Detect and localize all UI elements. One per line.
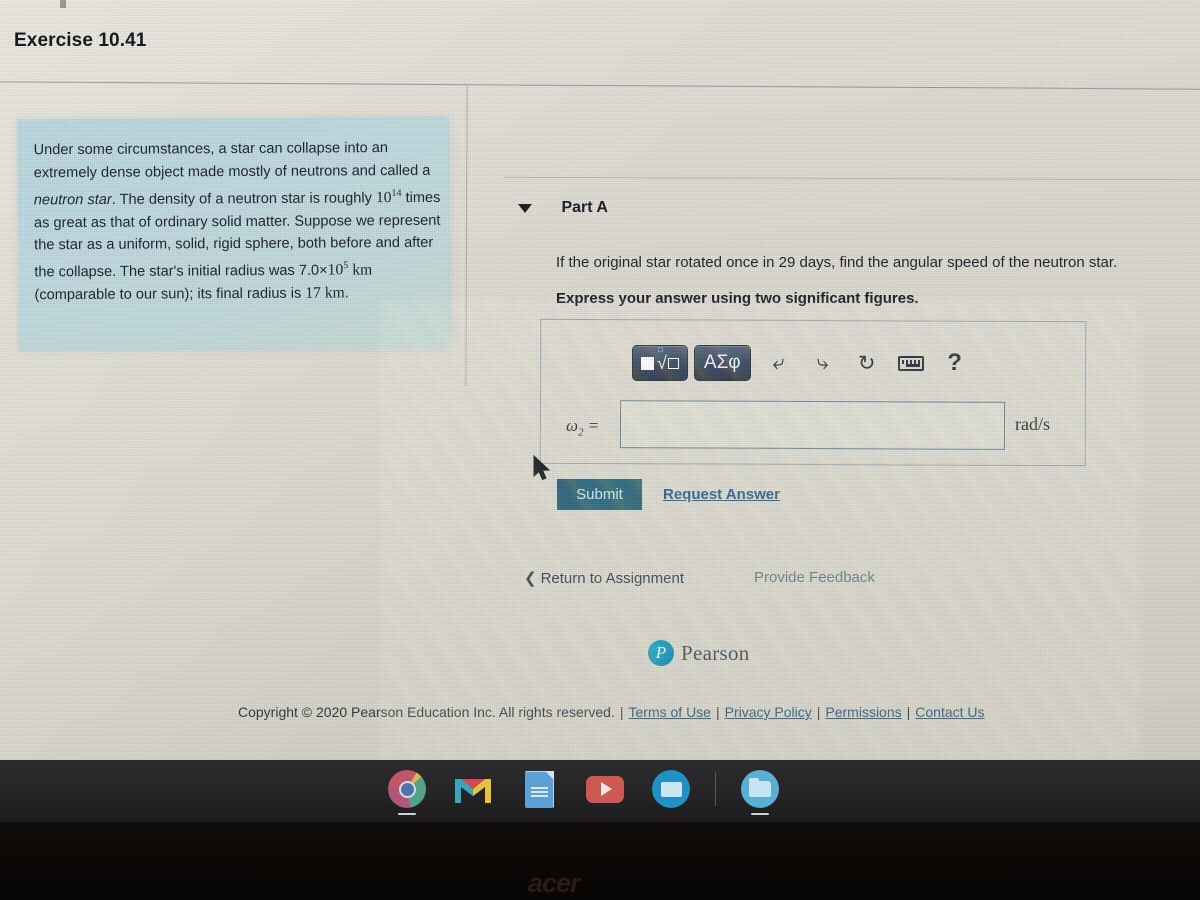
column-divider — [465, 85, 468, 387]
answer-unit-label: rad/s — [1015, 414, 1050, 434]
math-toolbar: □ √ ΑΣφ ⤶ ⤷ ↻ ? — [632, 345, 977, 381]
shelf-app-youtube[interactable] — [583, 767, 627, 811]
docs-icon — [524, 770, 554, 808]
laptop-photo: Exercise 10.41 Under some circumstances,… — [0, 0, 1200, 900]
permissions-link[interactable]: Permissions — [825, 704, 901, 720]
contact-us-link[interactable]: Contact Us — [915, 704, 984, 720]
submit-button[interactable]: Submit — [557, 479, 642, 510]
redo-icon[interactable]: ⤷ — [801, 345, 845, 381]
footer-sep-1: | — [619, 704, 624, 720]
laptop-screen: Exercise 10.41 Under some circumstances,… — [0, 0, 1200, 760]
chromeos-shelf — [0, 760, 1200, 822]
pearson-logo: P Pearson — [648, 640, 750, 666]
chrome-icon — [388, 770, 426, 808]
request-answer-link[interactable]: Request Answer — [663, 486, 780, 503]
footer-sep-3: | — [816, 704, 821, 720]
files-running-indicator — [751, 812, 769, 815]
return-to-assignment-link[interactable]: ❮ Return to Assignment — [524, 569, 684, 587]
shelf-app-list — [385, 767, 782, 815]
math-template-button[interactable]: □ √ — [632, 345, 688, 381]
shelf-app-files[interactable] — [738, 767, 782, 815]
copyright-text: Copyright © 2020 Pearson Education Inc. … — [238, 704, 615, 720]
youtube-icon — [586, 775, 624, 803]
chevron-down-icon[interactable] — [518, 203, 532, 213]
part-a-header[interactable]: Part A — [518, 199, 608, 217]
gmail-icon — [455, 776, 491, 803]
footer-copyright: Copyright © 2020 Pearson Education Inc. … — [238, 704, 985, 720]
page-top-sliver — [60, 0, 66, 8]
math-template-icon: □ √ — [633, 346, 687, 372]
acer-brand-logo: acer — [528, 868, 581, 898]
chevron-left-icon: ❮ — [524, 570, 537, 587]
problem-statement-text: Under some circumstances, a star can col… — [33, 140, 441, 304]
pearson-wordmark: Pearson — [681, 640, 750, 665]
shelf-app-docs[interactable] — [517, 767, 561, 811]
provide-feedback-link[interactable]: Provide Feedback — [754, 569, 875, 586]
mastering-physics-page: Exercise 10.41 Under some circumstances,… — [0, 0, 1200, 760]
shelf-app-gmail[interactable] — [451, 767, 495, 811]
help-icon[interactable]: ? — [933, 345, 977, 381]
omega-symbol: ω — [566, 416, 579, 435]
pearson-p-icon: P — [648, 640, 674, 666]
answer-variable-label: ω2 = — [566, 416, 599, 438]
keyboard-icon[interactable] — [889, 345, 933, 381]
files-icon — [741, 770, 779, 808]
part-a-question: If the original star rotated once in 29 … — [556, 254, 1118, 271]
reset-icon[interactable]: ↻ — [845, 345, 889, 381]
part-a-instruction: Express your answer using two significan… — [556, 290, 919, 307]
laptop-bezel — [0, 822, 1200, 900]
equals-sign: = — [587, 416, 600, 435]
shelf-app-chrome[interactable] — [385, 767, 429, 815]
answer-input[interactable] — [619, 400, 1006, 450]
chrome-running-indicator — [398, 812, 416, 815]
mouse-cursor — [533, 455, 551, 481]
omega-subscript: 2 — [578, 426, 584, 439]
shelf-app-classroom[interactable] — [649, 767, 693, 811]
greek-letters-button[interactable]: ΑΣφ — [693, 345, 751, 381]
privacy-policy-link[interactable]: Privacy Policy — [725, 704, 812, 720]
undo-icon[interactable]: ⤶ — [757, 345, 801, 381]
part-a-label: Part A — [561, 199, 608, 216]
footer-sep-4: | — [906, 704, 911, 720]
page-title: Exercise 10.41 — [14, 30, 147, 51]
part-section-divider — [505, 176, 1200, 181]
footer-sep-2: | — [715, 704, 720, 720]
return-to-assignment-label: Return to Assignment — [540, 570, 684, 587]
header-divider — [0, 81, 1200, 90]
classroom-icon — [652, 770, 690, 808]
shelf-divider — [715, 772, 716, 806]
terms-of-use-link[interactable]: Terms of Use — [629, 704, 711, 720]
